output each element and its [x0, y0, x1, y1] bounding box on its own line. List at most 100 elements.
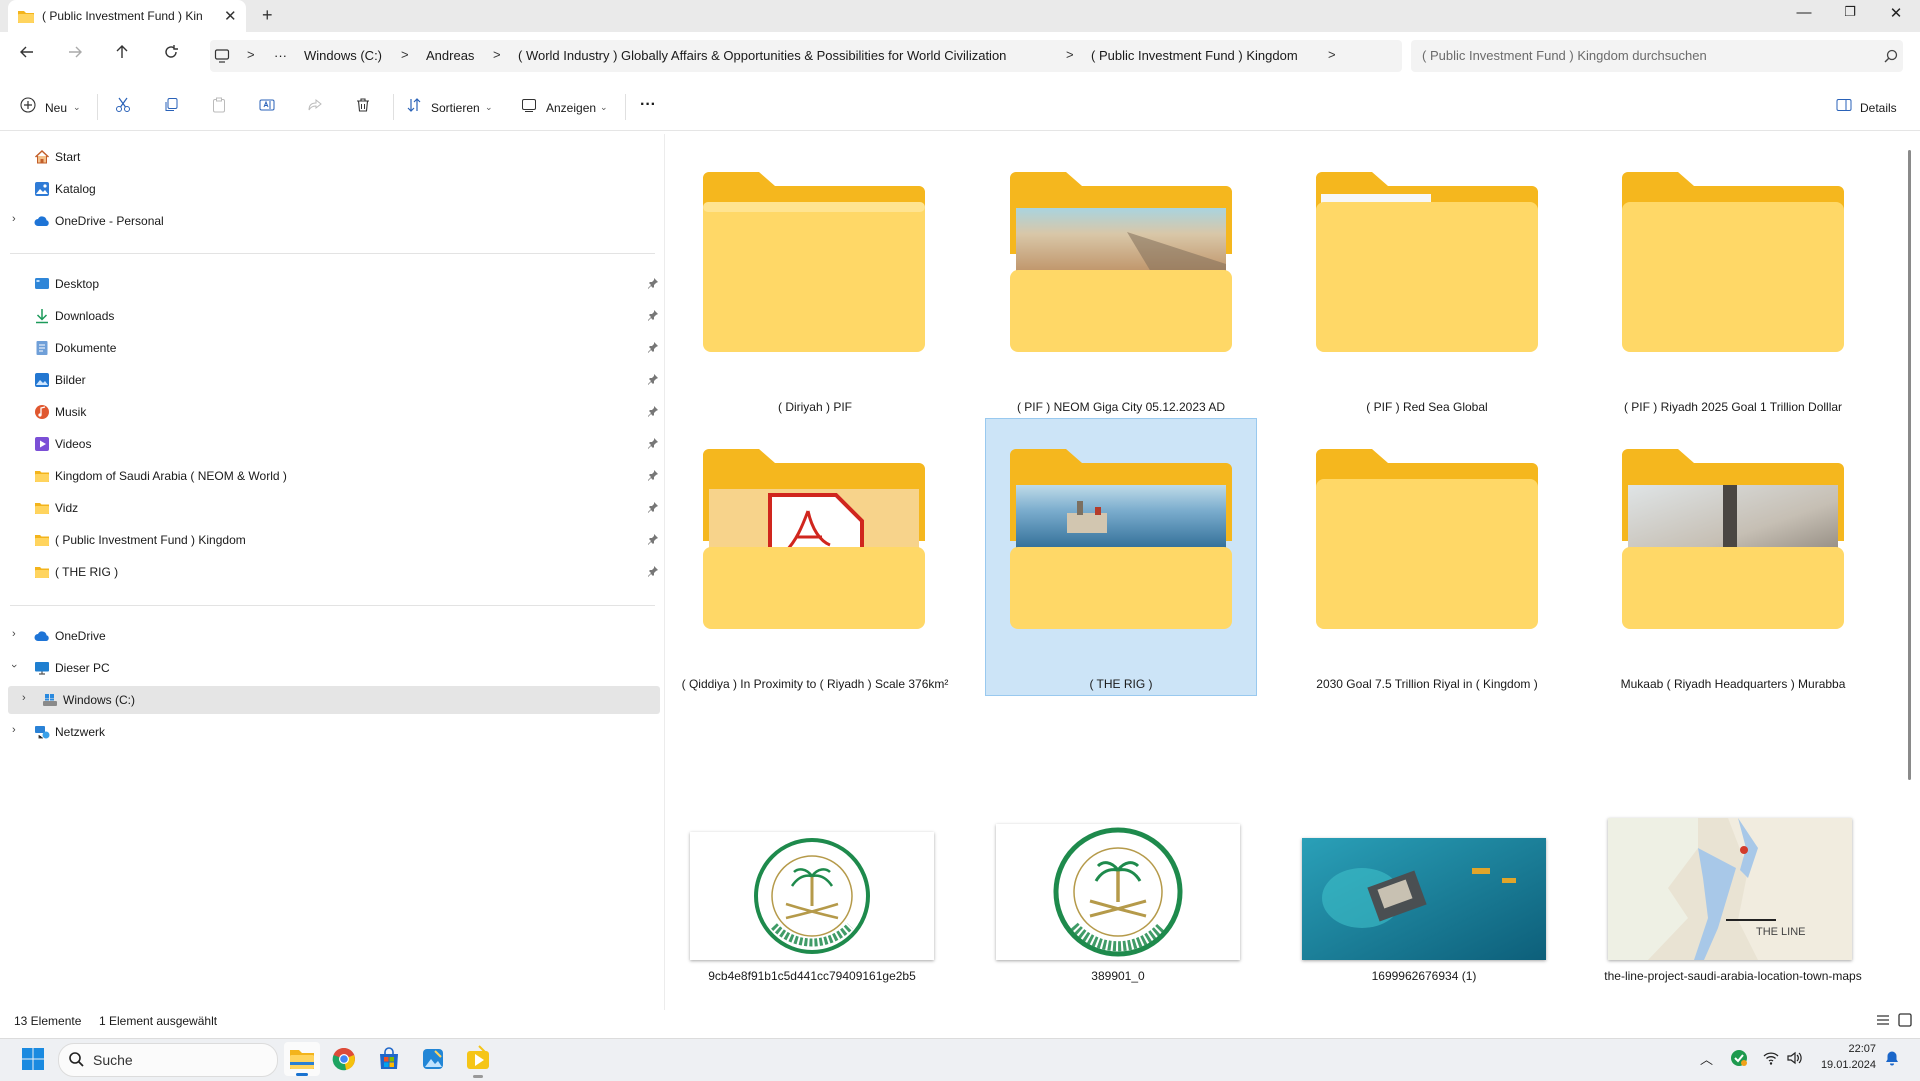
pin-icon[interactable]: [647, 309, 659, 321]
new-button[interactable]: Neu: [45, 101, 67, 115]
breadcrumb-separator[interactable]: >: [401, 47, 409, 62]
breadcrumb-more[interactable]: ···: [274, 48, 287, 63]
chevron-right-icon[interactable]: ›: [22, 692, 26, 704]
folder-mukaab[interactable]: [1619, 449, 1847, 639]
pin-icon[interactable]: [647, 373, 659, 385]
pin-icon[interactable]: [647, 501, 659, 513]
nav-item-pif-kingdom[interactable]: ( Public Investment Fund ) Kingdom: [8, 526, 660, 554]
maximize-button[interactable]: ❐: [1830, 4, 1870, 20]
security-icon[interactable]: [1730, 1049, 1748, 1067]
windows-start-icon[interactable]: [21, 1047, 45, 1071]
wifi-icon[interactable]: [1763, 1050, 1779, 1066]
chevron-down-icon[interactable]: ⌄: [73, 102, 81, 113]
breadcrumb-andreas[interactable]: Andreas: [426, 48, 474, 63]
breadcrumb-pif-kingdom[interactable]: ( Public Investment Fund ) Kingdom: [1091, 48, 1298, 63]
pin-icon[interactable]: [647, 341, 659, 353]
pin-icon[interactable]: [647, 469, 659, 481]
delete-icon[interactable]: [355, 97, 371, 113]
nav-item-start[interactable]: Start: [8, 143, 660, 171]
file-thumbnail-rig-photo[interactable]: [1302, 838, 1546, 960]
view-icon[interactable]: [521, 97, 537, 113]
chevron-down-icon[interactable]: ›: [8, 664, 20, 668]
nav-item-onedrive-personal[interactable]: › OneDrive - Personal: [8, 207, 660, 235]
nav-item-musik[interactable]: Musik: [8, 398, 660, 426]
store-icon[interactable]: [377, 1047, 401, 1071]
photos-icon[interactable]: [421, 1047, 445, 1071]
player-icon[interactable]: [465, 1045, 491, 1078]
nav-item-netzwerk[interactable]: › Netzwerk: [8, 718, 660, 746]
sort-icon[interactable]: [406, 97, 422, 113]
breadcrumb-world-industry[interactable]: ( World Industry ) Globally Affairs & Op…: [518, 48, 1006, 63]
chevron-down-icon[interactable]: ⌄: [600, 102, 608, 113]
nav-item-dokumente[interactable]: Dokumente: [8, 334, 660, 362]
chevron-up-icon[interactable]: ︿: [1700, 1049, 1713, 1068]
breadcrumb-separator[interactable]: >: [247, 47, 255, 62]
refresh-icon[interactable]: [163, 44, 179, 60]
chevron-down-icon[interactable]: ⌄: [485, 102, 493, 113]
taskbar-app-explorer[interactable]: [284, 1042, 320, 1076]
nav-item-katalog[interactable]: Katalog: [8, 175, 660, 203]
clock-time[interactable]: 22:07: [1820, 1043, 1876, 1055]
chevron-right-icon[interactable]: ›: [12, 213, 16, 225]
file-thumbnail-line-map[interactable]: THE LINE: [1608, 818, 1852, 960]
breadcrumb-separator[interactable]: >: [1328, 47, 1336, 62]
pin-icon[interactable]: [647, 437, 659, 449]
details-button[interactable]: Details: [1860, 101, 1897, 115]
search-input[interactable]: ( Public Investment Fund ) Kingdom durch…: [1422, 48, 1707, 63]
cut-icon[interactable]: [115, 97, 131, 113]
nav-item-dieser-pc[interactable]: › Dieser PC: [8, 654, 660, 682]
nav-item-downloads[interactable]: Downloads: [8, 302, 660, 330]
nav-item-the-rig[interactable]: ( THE RIG ): [8, 558, 660, 586]
details-pane-icon[interactable]: [1836, 97, 1852, 113]
pin-icon[interactable]: [647, 277, 659, 289]
share-icon[interactable]: [307, 97, 323, 113]
volume-icon[interactable]: [1786, 1050, 1802, 1066]
tiles-view-icon[interactable]: [1898, 1013, 1912, 1027]
clock-date[interactable]: 19.01.2024: [1806, 1059, 1876, 1071]
minimize-button[interactable]: —: [1784, 4, 1824, 21]
notification-bell-icon[interactable]: [1884, 1050, 1900, 1066]
chevron-right-icon[interactable]: ›: [12, 628, 16, 640]
more-options-button[interactable]: ···: [640, 96, 656, 114]
plus-circle-icon[interactable]: [20, 97, 36, 113]
folder-qiddiya[interactable]: [700, 449, 928, 639]
file-thumbnail-pif-logo-1[interactable]: [690, 832, 934, 960]
close-window-button[interactable]: ✕: [1876, 4, 1916, 22]
pin-icon[interactable]: [647, 533, 659, 545]
file-thumbnail-pif-logo-2[interactable]: [996, 824, 1240, 960]
paste-icon[interactable]: [211, 97, 227, 113]
pin-icon[interactable]: [647, 565, 659, 577]
forward-arrow-icon[interactable]: [67, 44, 83, 60]
nav-item-desktop[interactable]: Desktop: [8, 270, 660, 298]
folder-the-rig[interactable]: [1007, 449, 1235, 639]
up-arrow-icon[interactable]: [114, 44, 130, 60]
chevron-right-icon[interactable]: ›: [12, 724, 16, 736]
nav-item-videos[interactable]: Videos: [8, 430, 660, 458]
new-tab-button[interactable]: +: [262, 5, 273, 26]
pin-icon[interactable]: [647, 405, 659, 417]
taskbar-search[interactable]: [58, 1043, 278, 1077]
nav-item-kingdom-saudi-arabia[interactable]: Kingdom of Saudi Arabia ( NEOM & World ): [8, 462, 660, 490]
chrome-icon[interactable]: [332, 1047, 356, 1071]
tab-close-icon[interactable]: ✕: [224, 7, 237, 25]
breadcrumb-separator[interactable]: >: [493, 47, 501, 62]
nav-item-onedrive[interactable]: › OneDrive: [8, 622, 660, 650]
view-button[interactable]: Anzeigen: [546, 101, 596, 115]
folder-pif-neom[interactable]: [1007, 172, 1235, 362]
back-arrow-icon[interactable]: [19, 44, 35, 60]
rename-icon[interactable]: [259, 97, 275, 113]
folder-pif-red-sea-global[interactable]: [1313, 172, 1541, 362]
breadcrumb-separator[interactable]: >: [1066, 47, 1074, 62]
search-icon[interactable]: [1884, 49, 1898, 63]
tab-active[interactable]: ( Public Investment Fund ) Kin ✕: [8, 0, 246, 32]
nav-item-vidz[interactable]: Vidz: [8, 494, 660, 522]
breadcrumb-windows-c[interactable]: Windows (C:): [304, 48, 382, 63]
folder-pif-riyadh-2025[interactable]: [1619, 172, 1847, 362]
nav-item-bilder[interactable]: Bilder: [8, 366, 660, 394]
nav-item-windows-c[interactable]: › Windows (C:): [8, 686, 660, 714]
folder-2030-goal[interactable]: [1313, 449, 1541, 639]
folder-diriyah-pif[interactable]: [700, 172, 928, 362]
sort-button[interactable]: Sortieren: [431, 101, 480, 115]
scrollbar-thumb[interactable]: [1908, 150, 1911, 780]
details-view-icon[interactable]: [1876, 1013, 1890, 1027]
